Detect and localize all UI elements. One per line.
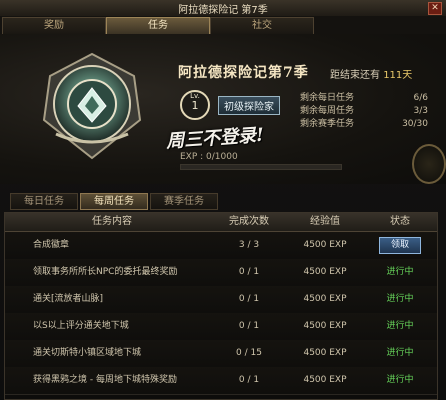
header-exp: 经验值 (310, 216, 340, 227)
close-icon[interactable]: ✕ (428, 2, 442, 15)
table-row: 合成徽章 3 / 3 4500 EXP 领取 (5, 232, 437, 260)
remaining-missions: 剩余每日任务 6/6 剩余每周任务 3/3 剩余赛季任务 30/30 (300, 92, 428, 131)
mission-count: 0 / 15 (236, 348, 262, 358)
table-row: 领取事务所所长NPC的委托最终奖励 0 / 1 4500 EXP 进行中 (5, 259, 437, 287)
mission-name: 以S以上评分通关地下城 (33, 321, 129, 331)
table-row: 通关[流放者山脉] 0 / 1 4500 EXP 进行中 (5, 286, 437, 314)
mission-exp: 4500 EXP (303, 375, 347, 385)
days-remaining-value: 111天 (383, 70, 413, 81)
tab-missions[interactable]: 任务 (106, 17, 210, 35)
tab-social[interactable]: 社交 (210, 17, 314, 35)
season-emblem-icon (42, 52, 142, 160)
tab-season[interactable]: 赛季任务 (150, 193, 218, 210)
game-window: 阿拉德探险记 第7季 ✕ 奖励 任务 社交 阿拉德探险记第7季 距结束还有 11… (0, 0, 446, 400)
mission-name: 获得黑鸦之境 - 每周地下城特殊奖励 (33, 375, 177, 385)
top-tab-bar: 奖励 任务 社交 (0, 16, 446, 35)
mission-status: 进行中 (386, 375, 414, 385)
tab-weekly[interactable]: 每周任务 (80, 193, 148, 210)
mission-exp: 4500 EXP (303, 240, 347, 250)
mission-exp: 4500 EXP (303, 267, 347, 277)
season-banner: 阿拉德探险记第7季 距结束还有 111天 Lv. 1 初级探险家 剩余每日任务 … (0, 34, 446, 184)
stat-weekly: 剩余每周任务 3/3 (300, 105, 428, 118)
mission-table: 任务内容 完成次数 经验值 状态 合成徽章 3 / 3 4500 EXP 领取 … (4, 212, 438, 400)
rank-title: 初级探险家 (218, 96, 280, 115)
header-count: 完成次数 (229, 216, 269, 227)
level-badge: Lv. 1 (180, 90, 210, 120)
tab-rewards[interactable]: 奖励 (2, 17, 106, 35)
table-row: 以S以上评分通关地下城 0 / 1 4500 EXP 进行中 (5, 313, 437, 341)
header-content: 任务内容 (92, 216, 132, 227)
title-bar: 阿拉德探险记 第7季 ✕ (0, 0, 446, 17)
days-remaining: 距结束还有 111天 (330, 66, 412, 81)
mission-name: 领取事务所所长NPC的委托最终奖励 (33, 267, 178, 277)
overlay-notice: 周三不登录! (165, 124, 265, 153)
stat-value: 6/6 (413, 93, 428, 103)
stat-daily: 剩余每日任务 6/6 (300, 92, 428, 105)
mission-status: 进行中 (386, 294, 414, 304)
mission-exp: 4500 EXP (303, 321, 347, 331)
mission-count: 3 / 3 (238, 240, 260, 250)
tab-daily[interactable]: 每日任务 (10, 193, 78, 210)
claim-button[interactable]: 领取 (379, 237, 421, 254)
mission-name: 通关切斯特小镇区域地下城 (33, 348, 142, 358)
mission-status: 进行中 (386, 348, 414, 358)
mission-count: 0 / 1 (238, 294, 260, 304)
mission-status: 进行中 (386, 321, 414, 331)
table-row: 获得黑鸦之境 - 每周地下城特殊奖励 0 / 1 4500 EXP 进行中 (5, 367, 437, 395)
level-value: 1 (191, 99, 199, 112)
mission-count: 0 / 1 (238, 375, 260, 385)
header-status: 状态 (390, 216, 410, 227)
mission-exp: 4500 EXP (303, 294, 347, 304)
season-title: 阿拉德探险记第7季 (178, 65, 309, 81)
stat-label: 剩余每日任务 (300, 93, 355, 103)
stat-value: 3/3 (413, 106, 428, 116)
exp-readout: EXP : 0/1000 (180, 152, 238, 162)
mission-exp: 4500 EXP (303, 348, 347, 358)
days-remaining-label: 距结束还有 (330, 70, 380, 81)
mission-status: 进行中 (386, 267, 414, 277)
mission-name: 通关[流放者山脉] (33, 294, 104, 304)
stat-value: 30/30 (402, 119, 428, 129)
table-row: 通关切斯特小镇区域地下城 0 / 15 4500 EXP 进行中 (5, 340, 437, 368)
mission-count: 0 / 1 (238, 267, 260, 277)
table-header: 任务内容 完成次数 经验值 状态 (5, 213, 437, 232)
stat-label: 剩余每周任务 (300, 106, 355, 116)
mission-status: 领取 (365, 232, 435, 259)
stat-season: 剩余赛季任务 30/30 (300, 118, 428, 131)
mission-count: 0 / 1 (238, 321, 260, 331)
compass-icon (412, 144, 446, 184)
mission-name: 合成徽章 (33, 240, 70, 250)
stat-label: 剩余赛季任务 (300, 119, 355, 129)
exp-progress-bar (180, 164, 342, 170)
window-title: 阿拉德探险记 第7季 (178, 5, 268, 16)
